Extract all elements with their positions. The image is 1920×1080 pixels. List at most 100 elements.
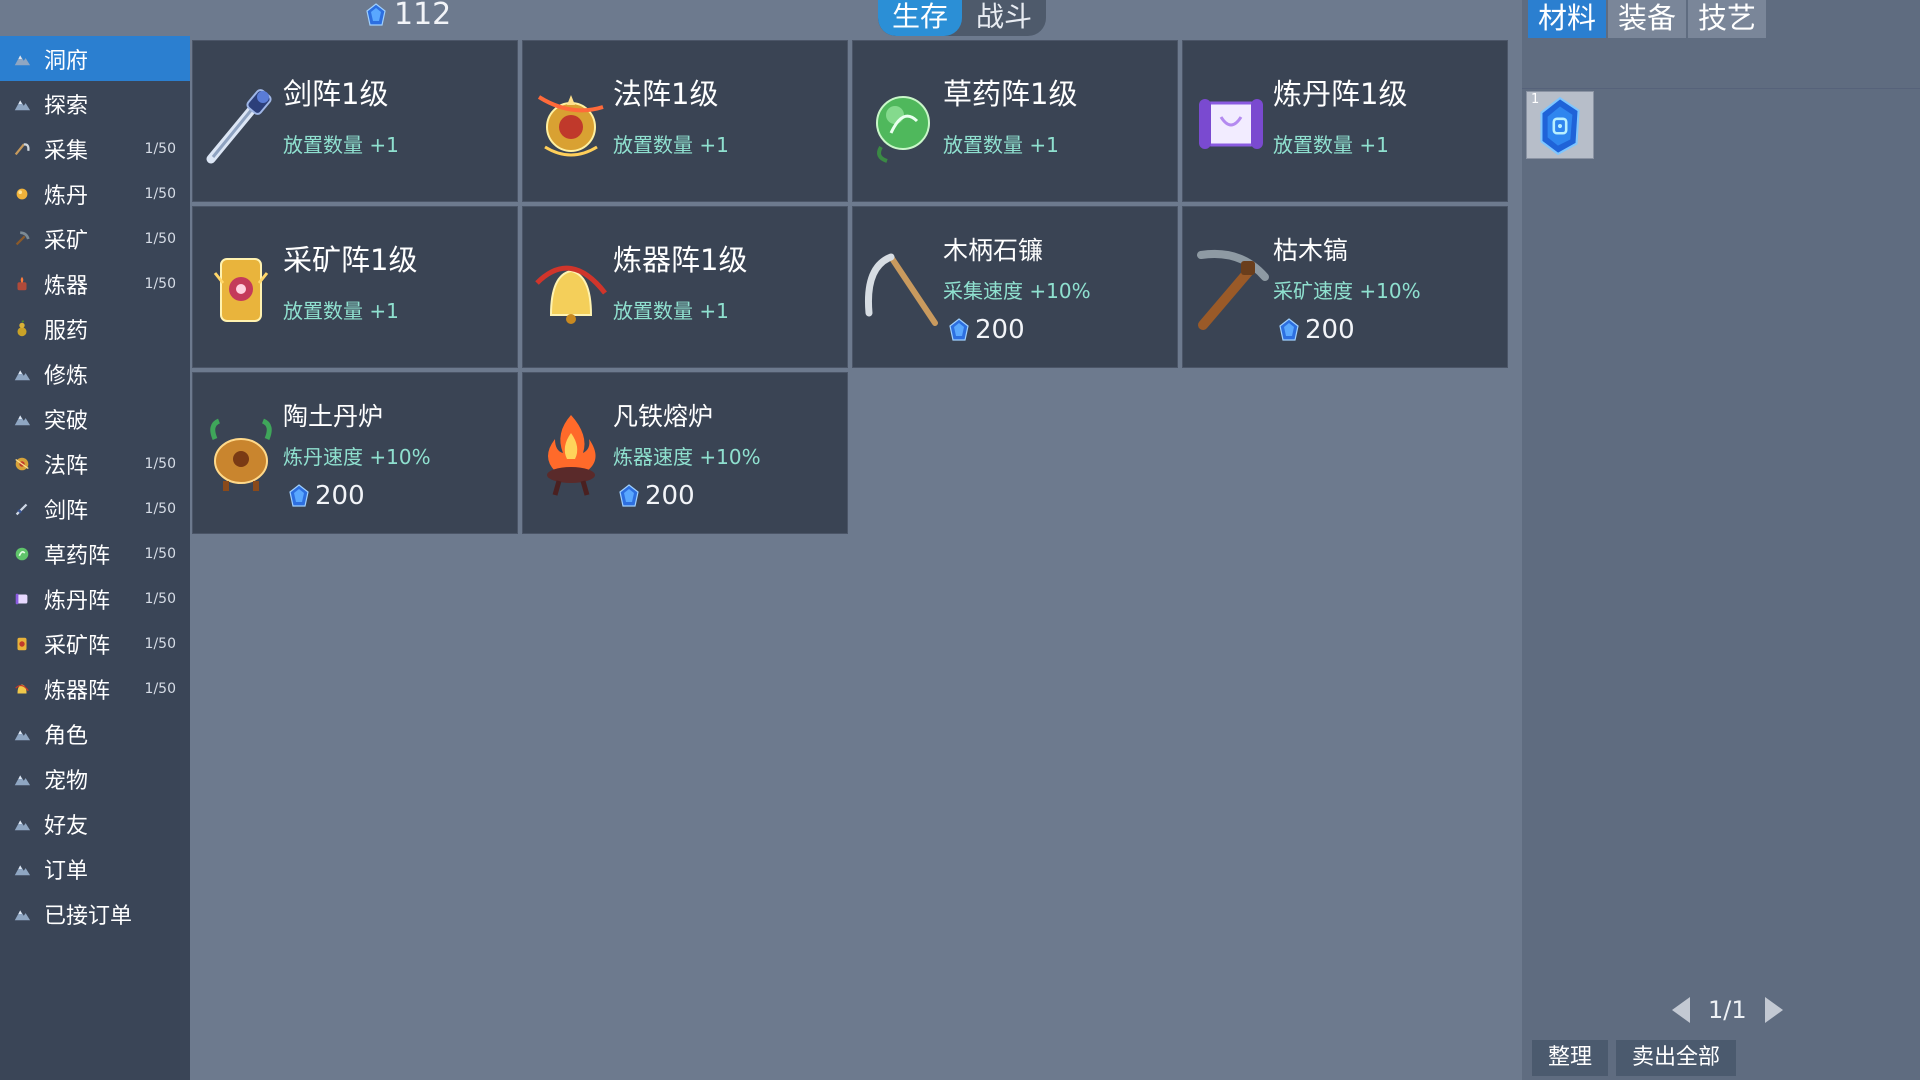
blue-spirit-stone-icon (366, 3, 386, 26)
upgrade-card[interactable]: 枯木镐 采矿速度 +10% 200 (1182, 206, 1508, 368)
card-price-value: 200 (645, 481, 695, 511)
sidebar-item-label: 修炼 (44, 363, 89, 389)
inventory-tabs: 材料 装备 技艺 (1528, 0, 1767, 38)
sidebar-item-label: 突破 (44, 408, 89, 434)
upgrade-card[interactable]: 草药阵1级放置数量 +1 (852, 40, 1178, 202)
upgrade-card[interactable]: 木柄石镰 采集速度 +10% 200 (852, 206, 1178, 368)
sidebar-item-count: 1/50 (144, 545, 176, 562)
inventory-actions: 整理 卖出全部 (1532, 1040, 1737, 1076)
card-title: 炼器阵1级 (613, 243, 748, 277)
slot-quantity: 1 (1531, 92, 1540, 107)
sidebar-item-label: 炼器 (44, 273, 89, 299)
sidebar-item-label: 法阵 (44, 453, 89, 479)
cauldron-icon (201, 409, 281, 499)
upgrade-card[interactable]: 凡铁熔炉 炼器速度 +10% 200 (522, 372, 848, 534)
sickle-icon (12, 139, 32, 159)
card-title: 法阵1级 (613, 77, 719, 111)
card-effect: 炼器速度 +10% (613, 445, 761, 469)
sidebar-item-label: 采集 (44, 138, 89, 164)
sidebar-item[interactable]: 修炼 (0, 351, 190, 396)
card-effect: 放置数量 +1 (943, 133, 1059, 157)
card-price: 200 (947, 315, 1025, 345)
card-effect: 炼丹速度 +10% (283, 445, 431, 469)
sidebar-item-count: 1/50 (144, 500, 176, 517)
sidebar-item[interactable]: 宠物 (0, 756, 190, 801)
sidebar-item[interactable]: 订单 (0, 846, 190, 891)
sidebar-item-label: 剑阵 (44, 498, 89, 524)
sidebar-item[interactable]: 炼器阵 1/50 (0, 666, 190, 711)
upgrade-card[interactable]: 炼丹阵1级 放置数量 +1 (1182, 40, 1508, 202)
card-title: 枯木镐 (1273, 236, 1349, 265)
sidebar-item-label: 订单 (44, 858, 89, 884)
sidebar-item[interactable]: 洞府 (0, 36, 190, 81)
sidebar-item[interactable]: 好友 (0, 801, 190, 846)
sword-icon (12, 499, 32, 519)
sidebar-item-label: 探索 (44, 93, 89, 119)
sidebar-item[interactable]: 法阵 1/50 (0, 441, 190, 486)
card-title: 采矿阵1级 (283, 243, 418, 277)
upgrade-card[interactable]: 炼器阵1级 放置数量 +1 (522, 206, 848, 368)
tab-skills[interactable]: 技艺 (1688, 0, 1767, 38)
scroll-icon (12, 589, 32, 609)
mountain-icon (12, 904, 32, 924)
sidebar-item-label: 宠物 (44, 768, 89, 794)
sidebar-item[interactable]: 采矿 1/50 (0, 216, 190, 261)
sidebar-item[interactable]: 剑阵 1/50 (0, 486, 190, 531)
mountain-icon (12, 859, 32, 879)
sidebar-item-count: 1/50 (144, 230, 176, 247)
sidebar-item-count: 1/50 (144, 680, 176, 697)
sidebar-item[interactable]: 角色 (0, 711, 190, 756)
sidebar-item-label: 采矿阵 (44, 633, 111, 659)
upgrade-card[interactable]: 陶土丹炉 炼丹速度 +10% 200 (192, 372, 518, 534)
sidebar-item[interactable]: 服药 (0, 306, 190, 351)
sidebar-item[interactable]: 炼丹 1/50 (0, 171, 190, 216)
sell-all-button[interactable]: 卖出全部 (1616, 1040, 1737, 1076)
card-title: 草药阵1级 (943, 77, 1078, 111)
pill-icon (12, 184, 32, 204)
pickaxe-icon (12, 229, 32, 249)
furnace-icon (12, 274, 32, 294)
herb-orb-icon (861, 77, 941, 167)
sort-button[interactable]: 整理 (1532, 1040, 1609, 1076)
sidebar-item[interactable]: 炼器 1/50 (0, 261, 190, 306)
sidebar-item-count: 1/50 (144, 590, 176, 607)
prev-page-icon[interactable] (1672, 997, 1690, 1023)
sidebar-item-label: 角色 (44, 723, 89, 749)
sidebar-item[interactable]: 采矿阵 1/50 (0, 621, 190, 666)
sword-icon (201, 77, 281, 167)
card-effect: 放置数量 +1 (613, 133, 729, 157)
card-effect: 采集速度 +10% (943, 279, 1091, 303)
tab-materials[interactable]: 材料 (1528, 0, 1607, 38)
sidebar-item[interactable]: 突破 (0, 396, 190, 441)
sidebar-item[interactable]: 草药阵 1/50 (0, 531, 190, 576)
herb-orb-icon (12, 544, 32, 564)
blue-spirit-stone-icon (949, 318, 969, 341)
upgrade-card[interactable]: 采矿阵1级 放置数量 +1 (192, 206, 518, 368)
sidebar-item-count: 1/50 (144, 635, 176, 652)
card-price-value: 200 (1305, 315, 1355, 345)
next-page-icon[interactable] (1764, 997, 1783, 1023)
upgrade-card[interactable]: 法阵1级放置数量 +1 (522, 40, 848, 202)
sidebar-item-label: 好友 (44, 813, 89, 839)
inventory-slot[interactable]: 1 (1526, 91, 1594, 159)
sidebar-item-label: 草药阵 (44, 543, 111, 569)
talisman-icon (201, 243, 281, 333)
magic-array-icon (12, 454, 32, 474)
upgrade-card[interactable]: 剑阵1级 放置数量 +1 (192, 40, 518, 202)
card-price-value: 200 (975, 315, 1025, 345)
sidebar-item[interactable]: 炼丹阵 1/50 (0, 576, 190, 621)
sidebar-item-label: 服药 (44, 318, 89, 344)
currency-display: 112 (364, 0, 451, 30)
sidebar-item[interactable]: 采集 1/50 (0, 126, 190, 171)
tab-battle[interactable]: 战斗 (962, 0, 1046, 36)
tab-equipment[interactable]: 装备 (1608, 0, 1687, 38)
sidebar-item[interactable]: 探索 (0, 81, 190, 126)
sidebar-item[interactable]: 已接订单 (0, 891, 190, 936)
inventory-slots: 1 (1522, 88, 1920, 989)
sidebar-item-count: 1/50 (144, 275, 176, 292)
magic-array-icon (531, 77, 611, 167)
tab-survival[interactable]: 生存 (878, 0, 963, 36)
inventory-panel: 材料 装备 技艺 1 1/1 整理 卖出全部 (1522, 0, 1920, 1080)
pagination: 1/1 (1672, 996, 1783, 1024)
mountain-icon (12, 364, 32, 384)
